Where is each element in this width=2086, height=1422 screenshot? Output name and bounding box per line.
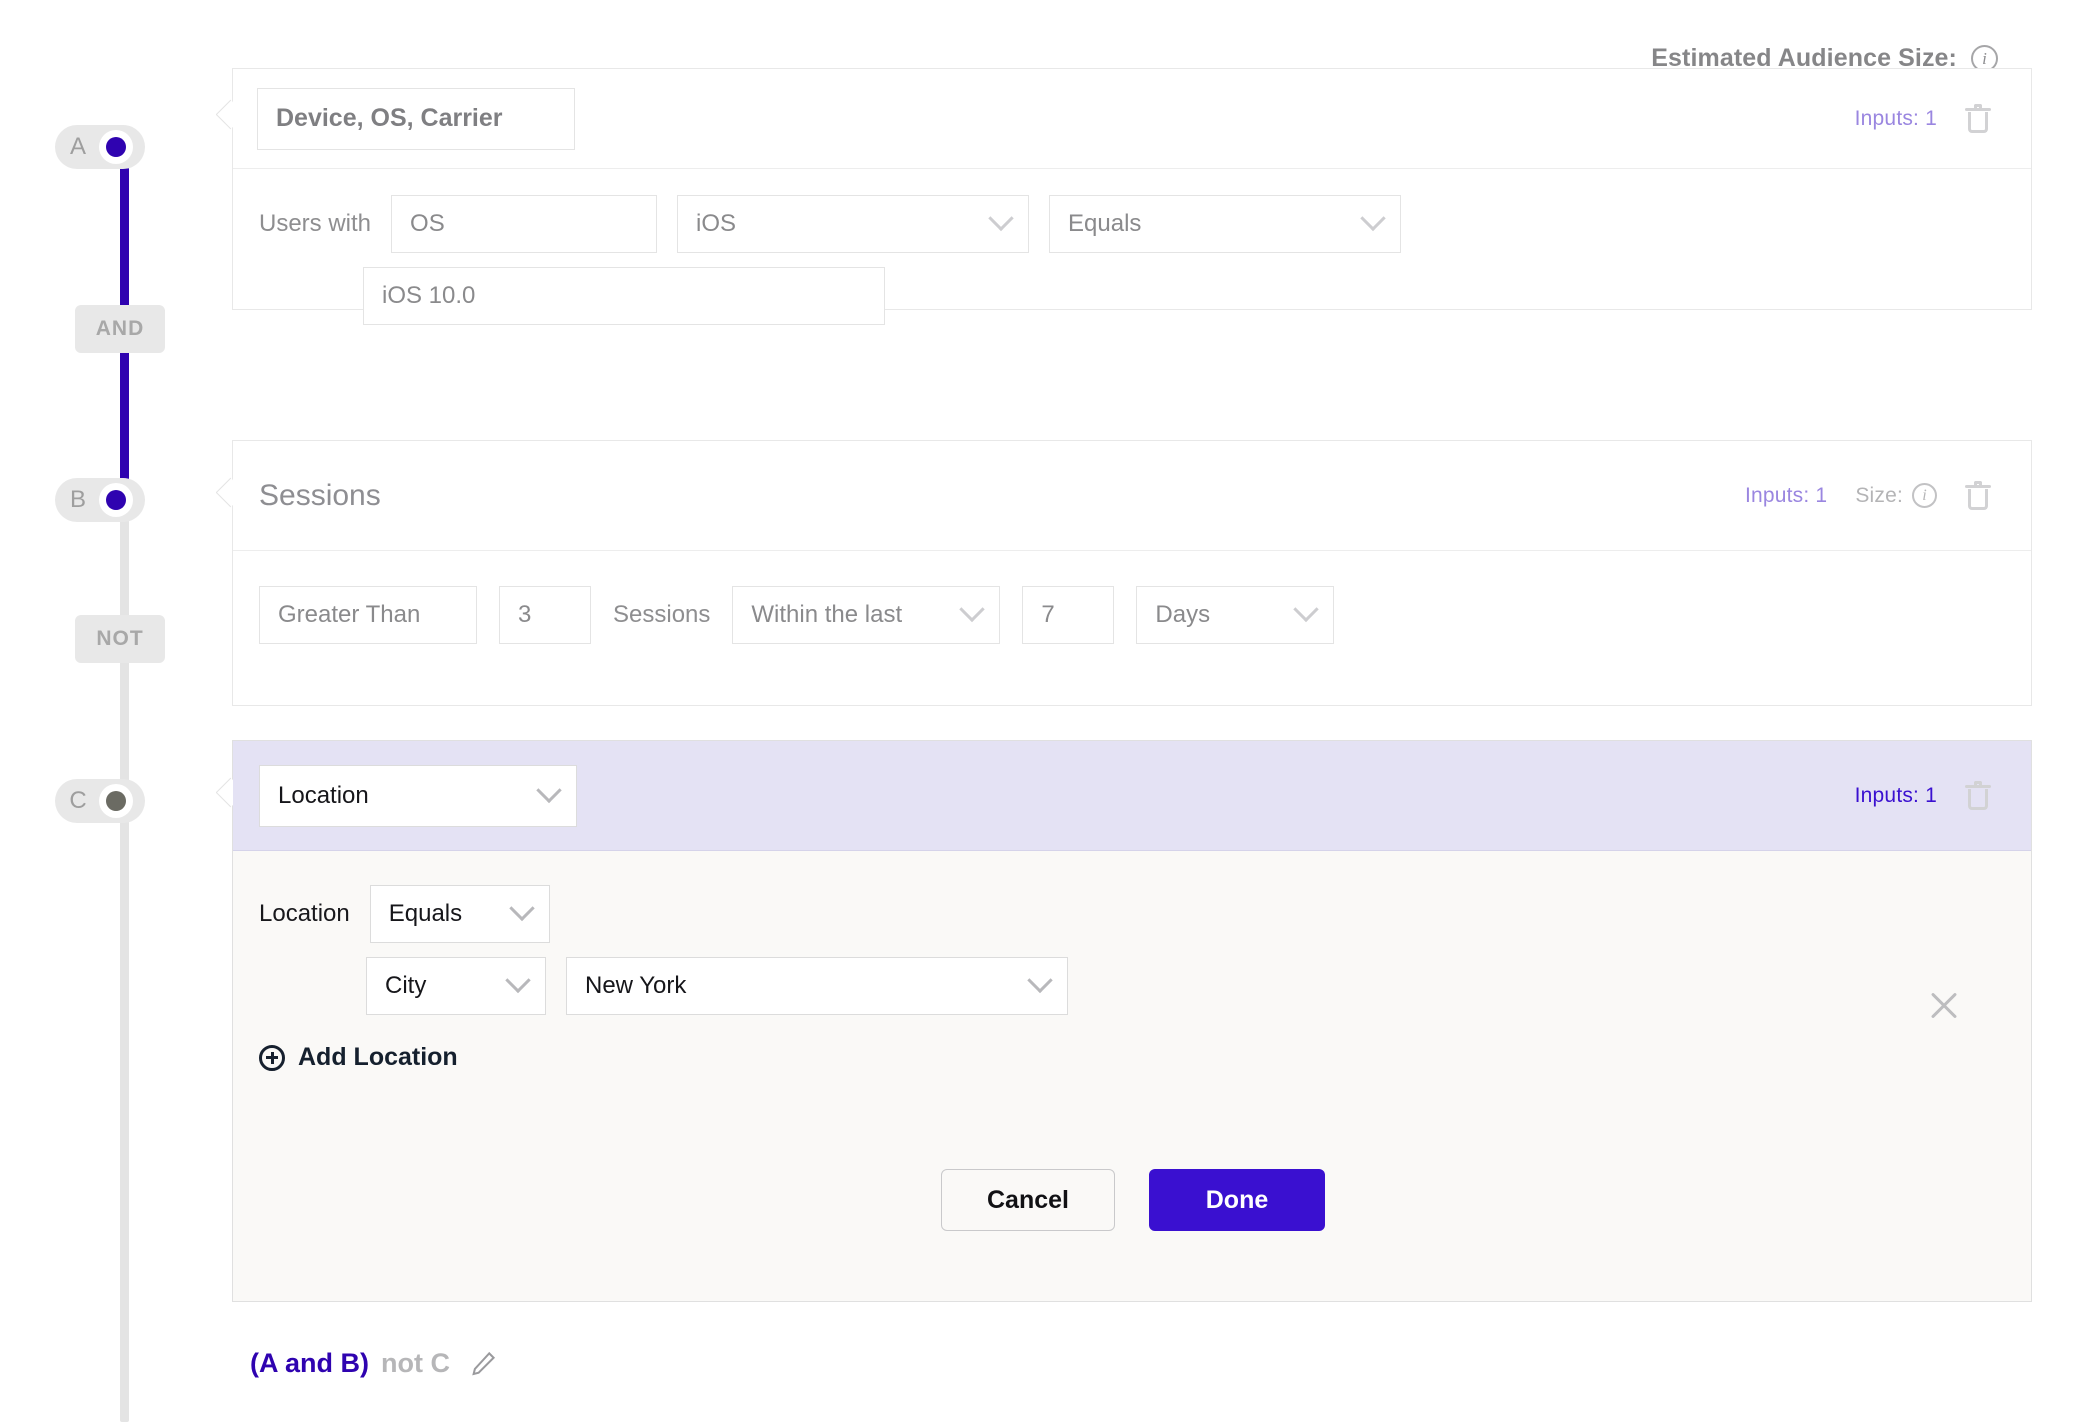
card-c-scope-select[interactable]: City [366, 957, 546, 1015]
rail-node-b-label: B [69, 486, 86, 513]
rail-segment-tail [120, 780, 129, 1422]
rail-operator-and[interactable]: AND [75, 305, 165, 353]
rail-node-c-dot [106, 791, 126, 811]
card-a-version-field[interactable]: iOS 10.0 [363, 267, 885, 325]
card-b-notch [216, 477, 233, 511]
card-c-inputs-label[interactable]: Inputs: 1 [1855, 784, 1937, 808]
card-b-size-group: Size: i [1855, 483, 1937, 508]
card-a-property-field[interactable]: OS [391, 195, 658, 253]
chevron-down-icon [959, 596, 986, 623]
chevron-down-icon [1293, 596, 1320, 623]
card-b-window-count-value: 7 [1041, 601, 1055, 628]
card-a-prefix-label: Users with [259, 210, 372, 237]
card-a-header-actions: Inputs: 1 [1855, 103, 2031, 134]
rail-node-a[interactable]: A [55, 125, 145, 169]
card-b-unit-label: Sessions [613, 601, 711, 628]
card-a-notch [216, 99, 233, 133]
card-b-size-label: Size: [1855, 483, 1903, 507]
card-c-type-select[interactable]: Location [259, 764, 577, 827]
card-b-header-actions: Inputs: 1 Size: i [1745, 480, 2031, 511]
card-c-row-1: Location Equals [233, 851, 2031, 943]
card-b-window-unit-value: Days [1155, 601, 1211, 628]
pencil-icon[interactable] [468, 1349, 498, 1379]
card-c-row-label: Location [259, 900, 350, 927]
card-device-os-carrier: Device, OS, Carrier Inputs: 1 Users with… [232, 68, 2032, 325]
card-b-count-value: 3 [518, 601, 532, 628]
card-a-row-2: iOS 10.0 [233, 253, 2031, 325]
card-a-row-1: Users with OS iOS Equals [233, 169, 2031, 253]
card-a-operand-value: iOS [696, 210, 737, 237]
rail-node-b-dot-ring [99, 483, 133, 517]
cancel-button[interactable]: Cancel [941, 1169, 1115, 1231]
card-b-window-count-field[interactable]: 7 [1022, 586, 1115, 644]
trash-icon[interactable] [1965, 480, 1991, 511]
formula-rest: not C [380, 1348, 450, 1378]
info-icon[interactable]: i [1912, 483, 1937, 508]
card-c-operator-value: Equals [388, 900, 463, 927]
chevron-down-icon [988, 205, 1014, 232]
card-b-title: Sessions [259, 478, 381, 512]
add-location-label: Add Location [298, 1043, 458, 1071]
card-a-title-field[interactable]: Device, OS, Carrier [257, 87, 575, 150]
rail-node-a-label: A [69, 133, 86, 160]
card-c-operator-select[interactable]: Equals [369, 885, 550, 943]
card-b-window-select[interactable]: Within the last [732, 586, 1001, 644]
card-a-header: Device, OS, Carrier Inputs: 1 [233, 69, 2031, 169]
plus-circle-icon [259, 1044, 285, 1071]
card-a-operator-value: Equals [1068, 210, 1142, 237]
card-location: Location Inputs: 1 Location Equals City … [232, 740, 2032, 1302]
rail-node-b-dot [106, 490, 126, 510]
card-c-notch [216, 777, 233, 811]
card-c-place-select[interactable]: New York [566, 957, 1068, 1015]
card-c-header: Location Inputs: 1 [233, 741, 2031, 851]
rail-node-c[interactable]: C [55, 779, 145, 823]
card-b-inputs-label[interactable]: Inputs: 1 [1745, 484, 1827, 508]
rail-operator-not[interactable]: NOT [75, 615, 165, 663]
card-a-property-value: OS [410, 210, 445, 237]
card-sessions: Sessions Inputs: 1 Size: i Greater Than … [232, 440, 2032, 706]
card-b-window-value: Within the last [751, 601, 903, 628]
add-location-button[interactable]: Add Location [233, 1015, 2031, 1072]
formula-group: (A and B) [250, 1348, 369, 1378]
card-c-place-value: New York [585, 972, 687, 999]
chevron-down-icon [509, 895, 535, 922]
chevron-down-icon [1360, 205, 1386, 232]
rail-node-a-dot [106, 137, 126, 157]
rail-node-a-dot-ring [99, 130, 133, 164]
card-b-window-unit-select[interactable]: Days [1136, 586, 1335, 644]
card-a-version-value: iOS 10.0 [382, 282, 476, 309]
chevron-down-icon [536, 777, 562, 803]
logic-formula: (A and B) not C [250, 1348, 498, 1379]
card-b-comparator-field[interactable]: Greater Than [259, 586, 477, 644]
done-button[interactable]: Done [1149, 1169, 1325, 1231]
chevron-down-icon [1027, 967, 1053, 994]
card-c-row-2: City New York [233, 943, 2031, 1015]
card-a-operator-select[interactable]: Equals [1049, 195, 1402, 253]
card-a-operand-select[interactable]: iOS [677, 195, 1030, 253]
rail-node-b[interactable]: B [55, 478, 145, 522]
card-b-count-field[interactable]: 3 [499, 586, 591, 644]
card-b-header: Sessions Inputs: 1 Size: i [233, 441, 2031, 551]
logic-rail: A AND B NOT C [0, 0, 230, 1422]
card-a-inputs-label[interactable]: Inputs: 1 [1855, 107, 1937, 131]
card-b-comparator-value: Greater Than [278, 601, 421, 628]
card-c-title: Location [278, 781, 369, 809]
card-c-button-row: Cancel Done [233, 1169, 2033, 1231]
rail-node-c-label: C [69, 787, 87, 814]
card-b-row: Greater Than 3 Sessions Within the last … [233, 551, 2031, 644]
card-c-scope-value: City [385, 972, 427, 999]
card-a-title: Device, OS, Carrier [276, 104, 503, 132]
chevron-down-icon [505, 967, 531, 994]
card-c-body: Location Equals City New York Add Locati… [233, 851, 2031, 1301]
rail-node-c-dot-ring [99, 784, 133, 818]
card-c-header-actions: Inputs: 1 [1855, 780, 2031, 811]
trash-icon[interactable] [1965, 780, 1991, 811]
close-icon[interactable] [1929, 991, 1959, 1021]
trash-icon[interactable] [1965, 103, 1991, 134]
